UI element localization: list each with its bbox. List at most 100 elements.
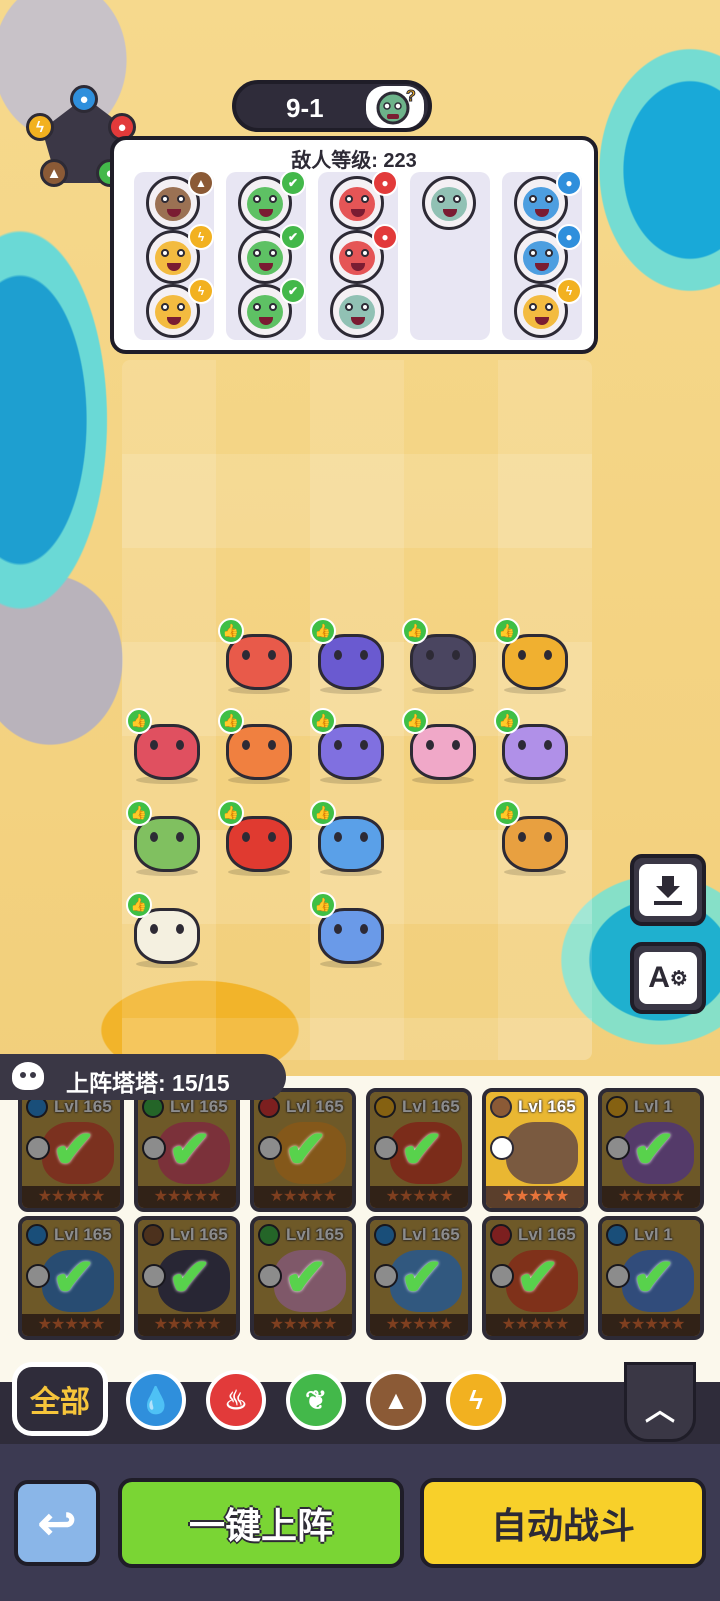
checkmark-icon: ✔ [632, 1121, 676, 1179]
checkmark-icon: ✔ [52, 1121, 96, 1179]
checkmark-icon: ✔ [52, 1249, 96, 1307]
back-arrow-icon: ↩ [37, 1497, 77, 1549]
filter-water-icon[interactable]: 💧 [126, 1370, 186, 1430]
tower-card[interactable]: Lvl 165 ★★★★★ [482, 1088, 588, 1212]
roster-header: 上阵塔塔: 15/15 [0, 1054, 286, 1100]
checkmark-icon: ✔ [400, 1249, 444, 1307]
earth-element-icon: ▲ [188, 170, 214, 196]
thumbs-up-icon: 👍 [494, 708, 520, 734]
thumbs-up-icon: 👍 [126, 800, 152, 826]
checkmark-icon: ✔ [400, 1121, 444, 1179]
field-tower[interactable]: 👍 [218, 800, 298, 876]
thunder-element-icon: ϟ [188, 278, 214, 304]
thumbs-up-icon: 👍 [310, 618, 336, 644]
enemy-column: ● ● ϟ [502, 170, 582, 340]
enemy-column: ● ● [318, 170, 398, 340]
tower-card[interactable]: Lvl 165 ★★★★★ ✔ [134, 1088, 240, 1212]
leaf-element-icon: ✔ [280, 278, 306, 304]
svg-text:?: ? [406, 88, 416, 105]
collapse-button[interactable]: ︿ [624, 1362, 696, 1442]
thumbs-up-icon: 👍 [310, 800, 336, 826]
thumbs-up-icon: 👍 [310, 892, 336, 918]
filter-fire-icon[interactable]: ♨ [206, 1370, 266, 1430]
thumbs-up-icon: 👍 [402, 708, 428, 734]
field-tower[interactable]: 👍 [218, 708, 298, 784]
thumbs-up-icon: 👍 [218, 618, 244, 644]
filter-bar [0, 1382, 720, 1444]
auto-settings-button[interactable]: A ⚙ [630, 942, 706, 1014]
tower-card[interactable]: Lvl 165 ★★★★★ ✔ [18, 1216, 124, 1340]
tower-card[interactable]: Lvl 165 ★★★★★ ✔ [134, 1216, 240, 1340]
thumbs-up-icon: 👍 [402, 618, 428, 644]
filter-leaf-icon[interactable]: ❦ [286, 1370, 346, 1430]
stage-indicator: 9-1 ? [232, 80, 432, 132]
field-tower[interactable]: 👍 [402, 708, 482, 784]
tower-portrait [506, 1122, 578, 1184]
tower-card[interactable]: Lvl 165 ★★★★★ ✔ [482, 1216, 588, 1340]
field-tower[interactable]: 👍 [126, 800, 206, 876]
earth-element-icon: ▲ [40, 159, 68, 187]
enemy-portrait[interactable] [330, 284, 384, 338]
back-button[interactable]: ↩ [14, 1480, 100, 1566]
thumbs-up-icon: 👍 [494, 800, 520, 826]
water-element-icon: ● [70, 85, 98, 113]
stage-label: 9-1 [286, 93, 324, 123]
enemy-column: ▲ ϟ ϟ [134, 170, 214, 340]
auto-battle-button[interactable]: 自动战斗 [420, 1478, 706, 1568]
fire-element-icon: ● [372, 224, 398, 250]
thumbs-up-icon: 👍 [218, 800, 244, 826]
field-tower[interactable]: 👍 [494, 800, 574, 876]
deployed-count: 上阵塔塔: 15/15 [66, 1070, 230, 1096]
thunder-element-icon: ϟ [188, 224, 214, 250]
thumbs-up-icon: 👍 [310, 708, 336, 734]
tower-card[interactable]: Lvl 165 ★★★★★ ✔ [250, 1216, 356, 1340]
field-tower[interactable]: 👍 [310, 800, 390, 876]
tower-card[interactable]: Lvl 1 ★★★★★ ✔ [598, 1088, 704, 1212]
tower-card[interactable]: Lvl 165 ★★★★★ ✔ [366, 1216, 472, 1340]
checkmark-icon: ✔ [632, 1249, 676, 1307]
water-element-icon: ● [556, 224, 582, 250]
field-tower[interactable]: 👍 [310, 892, 390, 968]
field-tower[interactable]: 👍 [402, 618, 482, 694]
field-tower[interactable]: 👍 [494, 708, 574, 784]
checkmark-icon: ✔ [516, 1249, 560, 1307]
checkmark-icon: ✔ [284, 1249, 328, 1307]
zombie-question-icon[interactable]: ? [366, 86, 424, 128]
field-tower[interactable]: 👍 [126, 708, 206, 784]
star-rating: ★★★★★ [486, 1186, 584, 1208]
filter-earth-icon[interactable]: ▲ [366, 1370, 426, 1430]
field-tower[interactable]: 👍 [310, 618, 390, 694]
one-key-deploy-button[interactable]: 一键上阵 [118, 1478, 404, 1568]
leaf-element-icon: ✔ [280, 170, 306, 196]
field-tower[interactable]: 👍 [310, 708, 390, 784]
download-button[interactable] [630, 854, 706, 926]
cat-icon [12, 1062, 44, 1090]
download-icon [639, 864, 697, 916]
fire-element-icon: ● [372, 170, 398, 196]
enemy-portrait[interactable] [422, 176, 476, 230]
enemy-column [410, 172, 490, 340]
tower-card[interactable]: Lvl 165 ★★★★★ ✔ [18, 1088, 124, 1212]
thumbs-up-icon: 👍 [218, 708, 244, 734]
enemy-level-title: 敌人等级: 223 [291, 150, 417, 172]
tower-card[interactable]: Lvl 165 ★★★★★ ✔ [366, 1088, 472, 1212]
water-element-icon: ● [556, 170, 582, 196]
roster-panel: Lvl 165 ★★★★★ ✔ Lvl 165 ★★★★★ ✔ Lvl 165 ★★★★★ ✔ L… [0, 1076, 720, 1382]
thunder-element-icon: ϟ [556, 278, 582, 304]
field-tower[interactable]: 👍 [126, 892, 206, 968]
auto-settings-icon: A ⚙ [639, 952, 697, 1004]
tower-card[interactable]: Lvl 1 ★★★★★ ✔ [598, 1216, 704, 1340]
earth-element-icon [490, 1096, 512, 1118]
role-icon [490, 1136, 514, 1160]
thumbs-up-icon: 👍 [494, 618, 520, 644]
field-tower[interactable]: 👍 [494, 618, 574, 694]
enemy-panel: 敌人等级: 223 ▲ ϟ ϟ ✔ ✔ ✔ ● ● ● ● ϟ [110, 136, 598, 354]
thumbs-up-icon: 👍 [126, 708, 152, 734]
tower-card[interactable]: Lvl 165 ★★★★★ ✔ [250, 1088, 356, 1212]
thunder-element-icon: ϟ [26, 113, 54, 141]
filter-thunder-icon[interactable]: ϟ [446, 1370, 506, 1430]
filter-all-button[interactable]: 全部 [12, 1362, 108, 1436]
checkmark-icon: ✔ [284, 1121, 328, 1179]
card-level: Lvl 165 [518, 1097, 576, 1116]
field-tower[interactable]: 👍 [218, 618, 298, 694]
